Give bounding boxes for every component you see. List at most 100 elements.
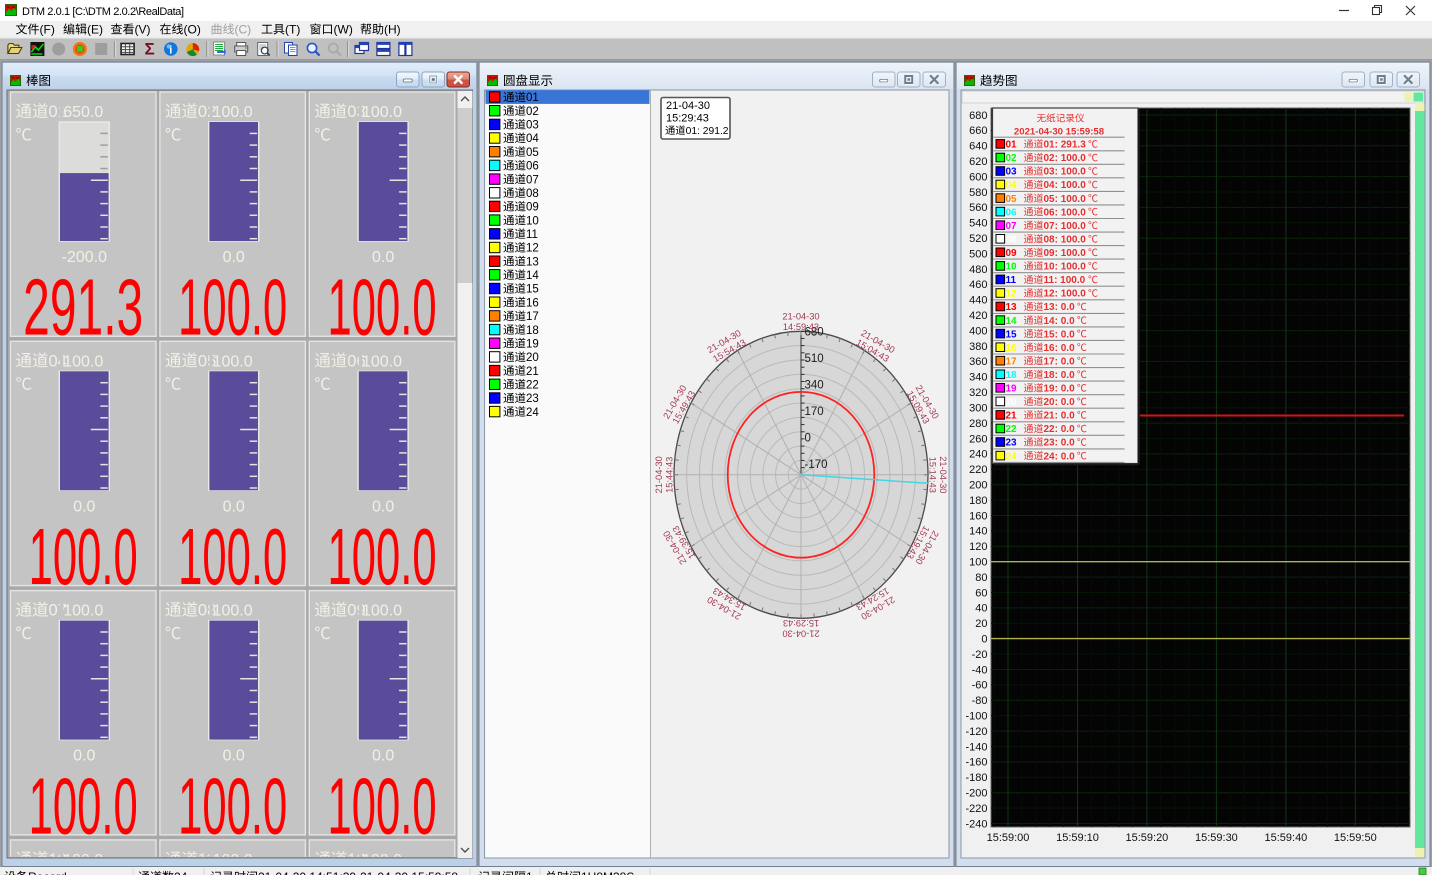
svg-text:(E): (E) xyxy=(87,23,103,37)
svg-text:0: 0 xyxy=(981,634,987,646)
svg-text:15:29:43: 15:29:43 xyxy=(783,618,819,628)
svg-text:05: 05 xyxy=(1006,194,1018,205)
svg-text:21-04-30: 21-04-30 xyxy=(666,100,710,112)
svg-text:1H8M38S: 1H8M38S xyxy=(581,870,634,875)
svg-text:300: 300 xyxy=(969,403,987,415)
svg-text:02: 02 xyxy=(526,106,539,118)
svg-text:21-04-30 15:59:58: 21-04-30 15:59:58 xyxy=(360,870,458,875)
svg-text:04: 04 xyxy=(1006,180,1018,191)
svg-text:10: 100.0: 10: 100.0 xyxy=(1044,262,1087,273)
svg-text:320: 320 xyxy=(969,387,987,399)
svg-text:04: 100.0: 04: 100.0 xyxy=(1044,180,1087,191)
svg-text:07: 100.0: 07: 100.0 xyxy=(1044,221,1087,232)
svg-text:09: 09 xyxy=(526,202,539,214)
svg-text:21-04-30: 21-04-30 xyxy=(938,456,948,493)
svg-text:05: 05 xyxy=(526,147,539,159)
svg-text:08: 100.0: 08: 100.0 xyxy=(1044,235,1087,246)
svg-text:(H): (H) xyxy=(384,23,401,37)
svg-text:1: 1 xyxy=(526,870,533,875)
svg-text:17: 17 xyxy=(526,311,539,323)
svg-text:07: 07 xyxy=(526,174,539,186)
svg-text:21: 21 xyxy=(526,366,539,378)
svg-text:02: 100.0: 02: 100.0 xyxy=(1044,153,1087,164)
svg-text:200: 200 xyxy=(969,480,987,492)
svg-text:14: 0.0: 14: 0.0 xyxy=(1044,316,1076,327)
svg-text:03: 03 xyxy=(1006,167,1018,178)
svg-text:22: 22 xyxy=(526,380,539,392)
svg-text:140: 140 xyxy=(969,526,987,538)
svg-text:15:59:40: 15:59:40 xyxy=(1264,832,1307,844)
svg-text:21-04-30 14:51:39: 21-04-30 14:51:39 xyxy=(258,870,356,875)
svg-text:520: 520 xyxy=(969,233,987,245)
svg-text:100.0: 100.0 xyxy=(29,761,138,850)
svg-text:15:44:43: 15:44:43 xyxy=(665,457,675,493)
svg-text:19: 0.0: 19: 0.0 xyxy=(1044,384,1076,395)
svg-text:i: i xyxy=(169,45,172,57)
svg-text:620: 620 xyxy=(969,156,987,168)
svg-text:-220: -220 xyxy=(965,803,987,815)
svg-text:13: 0.0: 13: 0.0 xyxy=(1044,302,1076,313)
svg-text:21-04-30: 21-04-30 xyxy=(654,456,664,493)
svg-text:19: 19 xyxy=(526,338,539,350)
svg-text:15:59:10: 15:59:10 xyxy=(1056,832,1099,844)
svg-text:100.0: 100.0 xyxy=(362,104,402,121)
svg-text:03: 03 xyxy=(526,120,539,132)
svg-text:-140: -140 xyxy=(965,741,987,753)
svg-text:09: 100.0: 09: 100.0 xyxy=(1044,248,1087,259)
svg-text:19: 19 xyxy=(1006,384,1018,395)
svg-text:21: 0.0: 21: 0.0 xyxy=(1044,411,1076,422)
svg-text:(O): (O) xyxy=(184,23,201,37)
svg-text:-160: -160 xyxy=(965,757,987,769)
svg-text:18: 18 xyxy=(526,325,539,337)
svg-text:16: 16 xyxy=(526,297,539,309)
svg-text:100.0: 100.0 xyxy=(328,512,437,601)
svg-text:340: 340 xyxy=(805,379,824,391)
svg-text:-240: -240 xyxy=(965,818,987,830)
svg-text:380: 380 xyxy=(969,341,987,353)
svg-text:24: 24 xyxy=(526,407,539,419)
svg-text:(T): (T) xyxy=(285,23,300,37)
svg-text:12: 100.0: 12: 100.0 xyxy=(1044,289,1087,300)
svg-text:280: 280 xyxy=(969,418,987,430)
svg-text:2021-04-30 15:59:58: 2021-04-30 15:59:58 xyxy=(1014,127,1105,138)
svg-text:-20: -20 xyxy=(972,649,988,661)
svg-text:15: 15 xyxy=(526,284,539,296)
svg-text:400: 400 xyxy=(969,325,987,337)
svg-text:-80: -80 xyxy=(972,695,988,707)
svg-text:500: 500 xyxy=(969,248,987,260)
svg-text:100: 100 xyxy=(969,557,987,569)
svg-text:100.0: 100.0 xyxy=(178,761,287,850)
svg-text:100.0: 100.0 xyxy=(328,263,437,352)
svg-text:291.3: 291.3 xyxy=(23,262,143,352)
svg-text:14: 14 xyxy=(526,270,539,282)
svg-text:-180: -180 xyxy=(965,772,987,784)
svg-text:650.0: 650.0 xyxy=(63,104,103,121)
svg-text:18: 0.0: 18: 0.0 xyxy=(1044,370,1076,381)
svg-text:20: 0.0: 20: 0.0 xyxy=(1044,397,1076,408)
svg-text:100.0: 100.0 xyxy=(178,512,287,601)
svg-text:09: 09 xyxy=(1006,248,1018,259)
svg-text:120: 120 xyxy=(969,541,987,553)
svg-text:40: 40 xyxy=(975,603,987,615)
svg-text:05: 100.0: 05: 100.0 xyxy=(1044,194,1087,205)
svg-text:01: 01 xyxy=(1006,140,1018,151)
svg-text:08: 08 xyxy=(526,188,539,200)
svg-text:80: 80 xyxy=(975,572,987,584)
svg-text:100.0: 100.0 xyxy=(213,353,253,370)
svg-text:24: 0.0: 24: 0.0 xyxy=(1044,451,1076,462)
svg-text:580: 580 xyxy=(969,187,987,199)
svg-text:24: 24 xyxy=(174,870,188,875)
svg-text:23: 23 xyxy=(526,393,539,405)
svg-text:(C): (C) xyxy=(235,23,252,37)
svg-text:0: 0 xyxy=(805,432,811,444)
svg-text:360: 360 xyxy=(969,356,987,368)
svg-text:18: 18 xyxy=(1006,370,1018,381)
svg-text:100.0: 100.0 xyxy=(328,761,437,850)
svg-text:20: 20 xyxy=(1006,397,1018,408)
svg-text:13: 13 xyxy=(526,256,539,268)
svg-text:15:59:00: 15:59:00 xyxy=(987,832,1030,844)
svg-text:-120: -120 xyxy=(965,726,987,738)
svg-text:12: 12 xyxy=(526,243,539,255)
svg-text:480: 480 xyxy=(969,264,987,276)
svg-text:21-04-30: 21-04-30 xyxy=(782,628,819,638)
